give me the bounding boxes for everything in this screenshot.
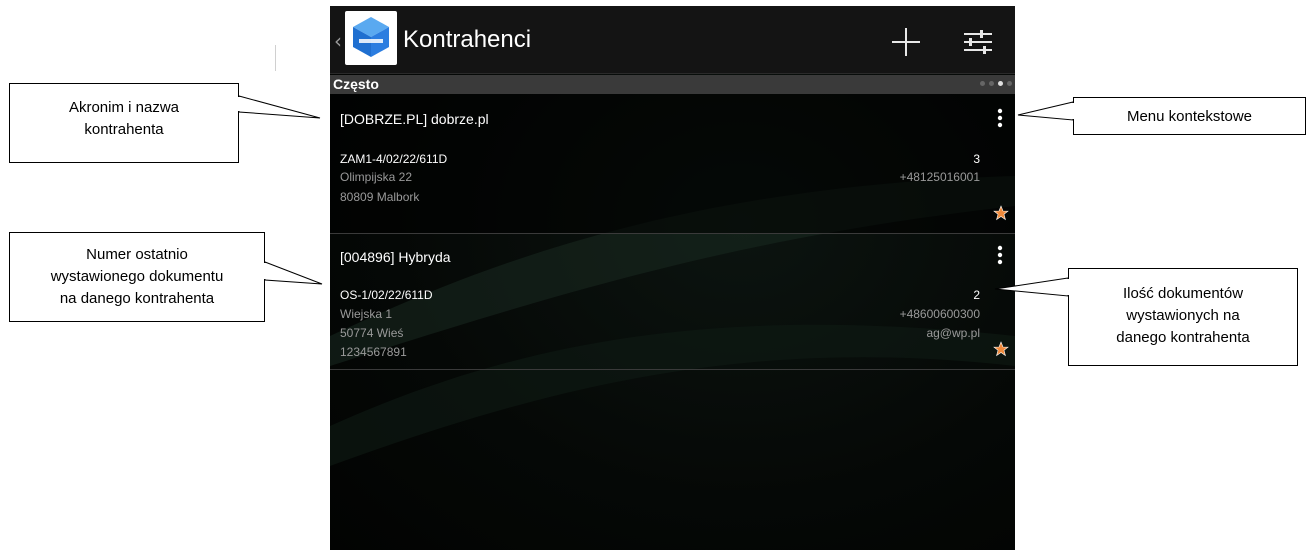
last-document-number: ZAM1-4/02/22/611D — [340, 152, 448, 166]
callout-line: na danego kontrahenta — [59, 290, 215, 307]
callout-line: wystawionych na — [1126, 307, 1240, 324]
callout-line: Menu kontekstowe — [1126, 108, 1253, 125]
screen-title: Kontrahenci — [403, 26, 532, 53]
callout-line: Numer ostatnio — [86, 246, 188, 263]
app-logo-icon[interactable] — [345, 11, 397, 65]
callout-line: Akronim i nazwa — [68, 99, 180, 116]
phone: +48600600300 — [899, 307, 980, 321]
plus-icon — [892, 28, 920, 56]
callout-context-menu: Menu kontekstowe — [1073, 97, 1306, 135]
callout-line: kontrahenta — [84, 121, 164, 138]
page-indicator — [980, 81, 1012, 86]
city: 50774 Wieś — [340, 326, 404, 340]
star-icon[interactable] — [993, 341, 1009, 357]
more-vert-icon[interactable] — [994, 107, 1006, 129]
contractor-name: [004896] Hybryda — [340, 249, 451, 265]
divider-line — [275, 45, 276, 71]
page-dot — [980, 81, 985, 86]
street: Olimpijska 22 — [340, 170, 413, 184]
section-header: Często — [330, 75, 1015, 94]
last-document-number: OS-1/02/22/611D — [340, 288, 433, 302]
section-label: Często — [333, 76, 379, 92]
action-bar: ‹ Kontrahenci — [330, 6, 1015, 74]
callout-line: Ilość dokumentów — [1122, 285, 1244, 302]
chevron-left-icon[interactable]: ‹ — [334, 29, 342, 53]
email: ag@wp.pl — [926, 326, 980, 340]
filter-button[interactable] — [958, 22, 998, 62]
add-button[interactable] — [886, 22, 926, 62]
page-dot — [989, 81, 994, 86]
more-vert-icon[interactable] — [994, 244, 1006, 266]
star-icon[interactable] — [993, 205, 1009, 221]
phone: +48125016001 — [899, 170, 980, 184]
contractor-name: [DOBRZE.PL] dobrze.pl — [340, 111, 489, 127]
callout-document-count: Ilość dokumentów wystawionych na danego … — [1068, 268, 1298, 366]
callout-acronym-name: Akronim i nazwa kontrahenta — [9, 83, 239, 163]
page-dot-active — [998, 81, 1003, 86]
callout-line: danego kontrahenta — [1116, 329, 1250, 346]
city: 80809 Malbork — [340, 190, 420, 204]
sliders-icon — [964, 30, 992, 54]
document-count: 3 — [973, 152, 980, 166]
callout-last-document: Numer ostatnio wystawionego dokumentu na… — [9, 232, 265, 322]
document-count: 2 — [973, 288, 980, 302]
street: Wiejska 1 — [340, 307, 393, 321]
extra-number: 1234567891 — [340, 345, 407, 359]
list-item[interactable]: [004896] Hybryda OS-1/02/22/611D 2 Wiejs… — [330, 235, 1015, 370]
page-dot — [1007, 81, 1012, 86]
list-item[interactable]: [DOBRZE.PL] dobrze.pl ZAM1-4/02/22/611D … — [330, 94, 1015, 234]
phone-screen: ‹ Kontrahenci Często [DOBRZE.PL] dobrze.… — [330, 6, 1015, 550]
callout-line: wystawionego dokumentu — [50, 268, 224, 285]
